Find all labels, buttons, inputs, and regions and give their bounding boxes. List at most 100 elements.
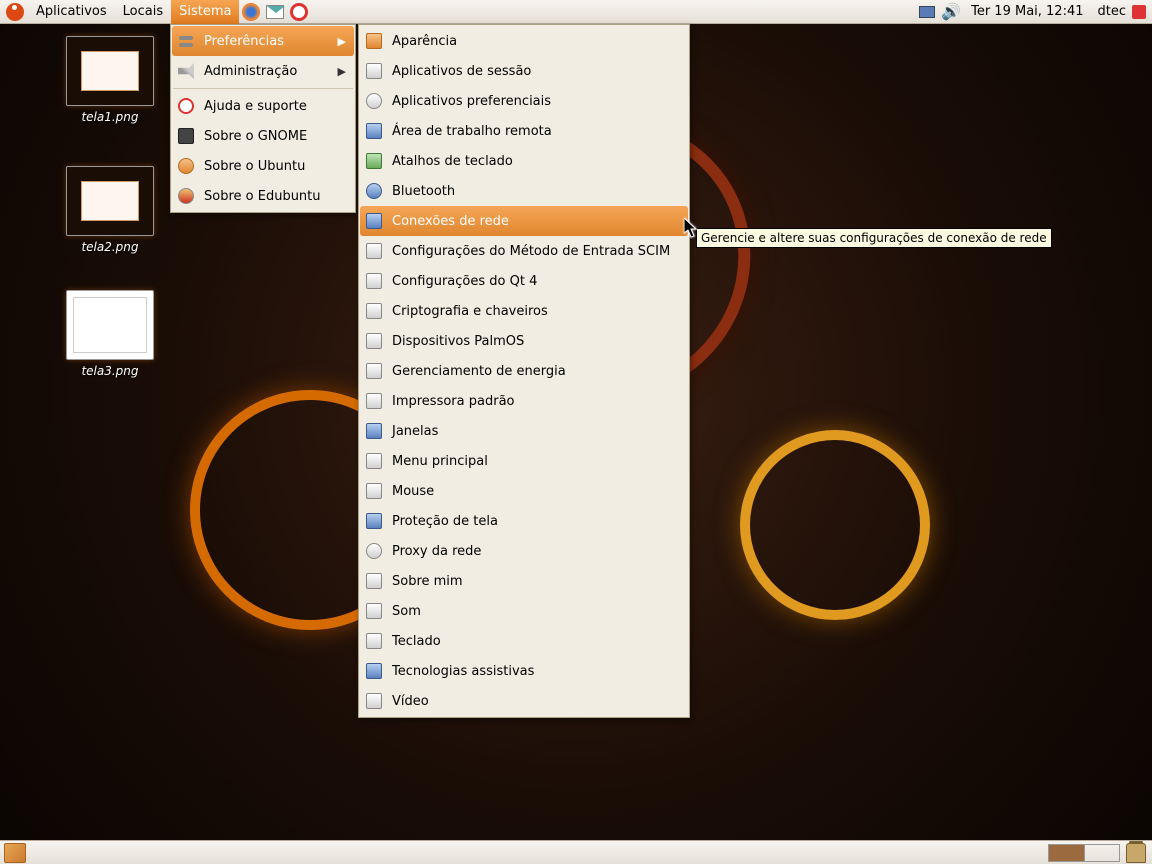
lifesaver-icon [290,3,308,21]
pref-item-icon [364,631,384,651]
pref-item-tecnologias-assistivas[interactable]: Tecnologias assistivas [360,656,688,686]
logout-icon[interactable] [1132,5,1146,19]
workspace-2[interactable] [1085,845,1120,861]
pref-item-icon [364,511,384,531]
pref-item-icon [364,361,384,381]
pref-item-icon [364,31,384,51]
menu-item-label: Sobre o GNOME [204,129,346,144]
tooltip: Gerencie e altere suas configurações de … [696,228,1052,248]
pref-item-area-de-trabalho-remota[interactable]: Área de trabalho remota [360,116,688,146]
menu-item-label: Administração [204,64,338,79]
pref-item-conexoes-de-rede[interactable]: Conexões de rede [360,206,688,236]
pref-item-icon [364,691,384,711]
pref-item-icon [364,661,384,681]
menu-item-label: Janelas [392,424,680,439]
launcher-evolution[interactable] [264,1,286,23]
menu-item-label: Aplicativos de sessão [392,64,680,79]
trash-icon[interactable] [1126,843,1146,863]
desktop-icon-tela1[interactable]: tela1.png [60,36,160,124]
pref-item-icon [364,241,384,261]
pref-item-criptografia-e-chaveiros[interactable]: Criptografia e chaveiros [360,296,688,326]
menu-locais[interactable]: Locais [115,0,171,24]
pref-item-icon [364,541,384,561]
menu-item-sobre-ubuntu[interactable]: Sobre o Ubuntu [172,151,354,181]
pref-item-aparencia[interactable]: Aparência [360,26,688,56]
panel-clock[interactable]: Ter 19 Mai, 12:41 [963,4,1091,19]
menu-item-administracao[interactable]: Administração ▶ [172,56,354,86]
pref-item-protecao-de-tela[interactable]: Proteção de tela [360,506,688,536]
desktop-icon-tela3[interactable]: tela3.png [60,290,160,378]
pref-item-icon [364,421,384,441]
pref-item-gerenciamento-de-energia[interactable]: Gerenciamento de energia [360,356,688,386]
menu-item-preferencias[interactable]: Preferências ▶ [172,26,354,56]
pref-item-icon [364,481,384,501]
network-icon [919,6,935,18]
menu-item-sobre-edubuntu[interactable]: Sobre o Edubuntu [172,181,354,211]
pref-item-icon [364,601,384,621]
menu-item-label: Área de trabalho remota [392,124,680,139]
pref-item-impressora-padrao[interactable]: Impressora padrão [360,386,688,416]
menu-item-label: Configurações do Método de Entrada SCIM [392,244,680,259]
pref-item-icon [364,271,384,291]
pref-item-icon [364,391,384,411]
chevron-right-icon: ▶ [338,35,346,48]
show-desktop-button[interactable] [4,843,26,863]
file-thumbnail-icon [66,36,154,106]
pref-item-proxy-da-rede[interactable]: Proxy da rede [360,536,688,566]
cursor-icon [684,218,698,238]
pref-item-aplicativos-de-sessao[interactable]: Aplicativos de sessão [360,56,688,86]
pref-item-video[interactable]: Vídeo [360,686,688,716]
menu-item-label: Sobre mim [392,574,680,589]
tray-volume[interactable]: 🔊 [941,2,961,22]
menu-item-label: Aplicativos preferenciais [392,94,680,109]
wallpaper-ring-icon [740,430,930,620]
menu-item-label: Mouse [392,484,680,499]
pref-item-menu-principal[interactable]: Menu principal [360,446,688,476]
pref-item-mouse[interactable]: Mouse [360,476,688,506]
file-thumbnail-icon [66,290,154,360]
pref-item-bluetooth[interactable]: Bluetooth [360,176,688,206]
launcher-help[interactable] [288,1,310,23]
menu-item-label: Som [392,604,680,619]
launcher-firefox[interactable] [240,1,262,23]
preferences-menu: Aparência Aplicativos de sessão Aplicativo… [358,24,690,718]
pref-item-janelas[interactable]: Janelas [360,416,688,446]
menu-item-sobre-gnome[interactable]: Sobre o GNOME [172,121,354,151]
workspace-switcher[interactable] [1048,844,1120,862]
pref-item-sobre-mim[interactable]: Sobre mim [360,566,688,596]
menu-item-label: Configurações do Qt 4 [392,274,680,289]
pref-item-dispositivos-palmos[interactable]: Dispositivos PalmOS [360,326,688,356]
ubuntu-logo-icon [6,3,24,21]
menu-item-label: Dispositivos PalmOS [392,334,680,349]
menu-item-label: Aparência [392,34,680,49]
pref-item-icon [364,331,384,351]
pref-item-configuracoes-do-qt-4[interactable]: Configurações do Qt 4 [360,266,688,296]
lifesaver-icon [176,96,196,116]
tray-network[interactable] [917,2,937,22]
sliders-icon [176,31,196,51]
desktop-icon-label: tela3.png [60,364,160,378]
menu-item-label: Vídeo [392,694,680,709]
menu-aplicativos[interactable]: Aplicativos [28,0,115,24]
pref-item-aplicativos-preferenciais[interactable]: Aplicativos preferenciais [360,86,688,116]
pref-item-teclado[interactable]: Teclado [360,626,688,656]
top-panel: Aplicativos Locais Sistema 🔊 Ter 19 Mai,… [0,0,1152,24]
pref-item-icon [364,151,384,171]
pref-item-atalhos-de-teclado[interactable]: Atalhos de teclado [360,146,688,176]
ubuntu-logo-icon [176,156,196,176]
workspace-1[interactable] [1049,845,1085,861]
pref-item-configuracoes-do-metodo-de-entrada-scim[interactable]: Configurações do Método de Entrada SCIM [360,236,688,266]
pref-item-icon [364,301,384,321]
bottom-panel [0,840,1152,864]
menu-sistema[interactable]: Sistema [171,0,239,24]
menu-item-label: Atalhos de teclado [392,154,680,169]
system-menu: Preferências ▶ Administração ▶ Ajuda e s… [170,24,356,213]
gnome-foot-icon [176,126,196,146]
desktop-icon-tela2[interactable]: tela2.png [60,166,160,254]
panel-user[interactable]: dtec [1092,4,1133,19]
menu-item-ajuda[interactable]: Ajuda e suporte [172,91,354,121]
chevron-right-icon: ▶ [338,65,346,78]
menu-item-label: Preferências [204,34,338,49]
tools-icon [176,61,196,81]
pref-item-som[interactable]: Som [360,596,688,626]
